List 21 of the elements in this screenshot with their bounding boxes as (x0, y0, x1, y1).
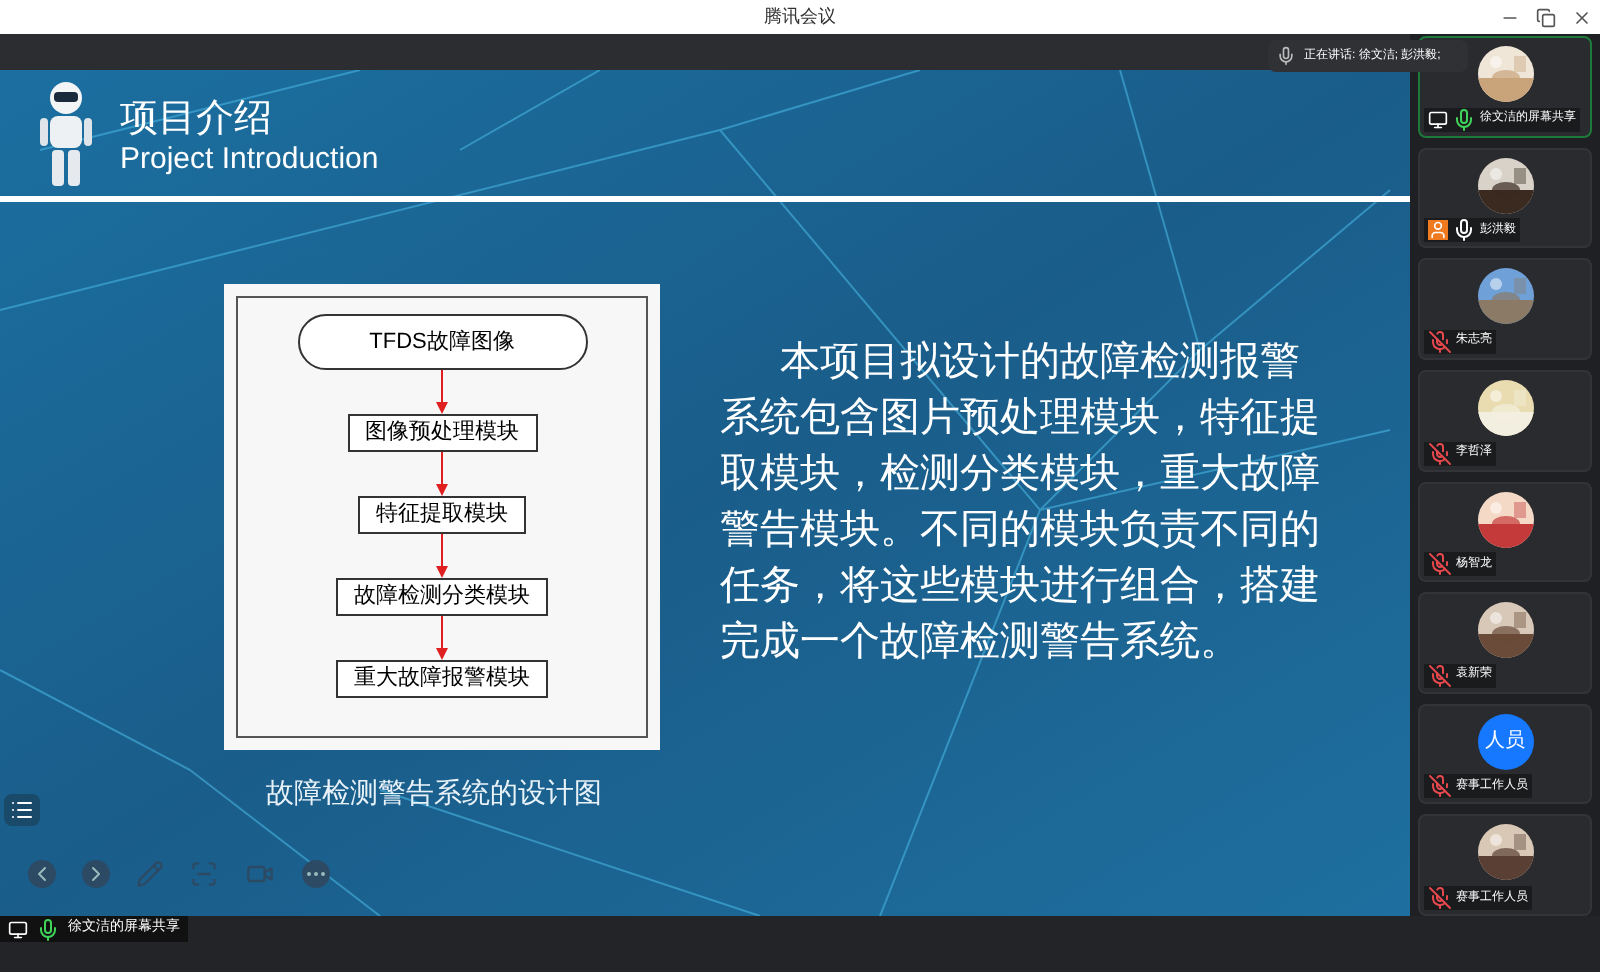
slide-title: 项目介绍 (120, 95, 274, 143)
arrow-drawing (434, 616, 450, 660)
microphone-icon (1276, 46, 1296, 66)
arrow-drawing (434, 370, 450, 414)
close-icon[interactable] (1572, 7, 1592, 27)
window-title: 腾讯会议 (764, 3, 836, 30)
flowchart-process-node: 故障检测分类模块 (336, 578, 548, 616)
slide-subtitle: Project Introduction (120, 142, 379, 180)
figure-caption: 故障检测警告系统的设计图 (266, 776, 602, 814)
flowchart-start-node: TFDS故障图像 (297, 314, 587, 370)
restore-icon[interactable] (1536, 7, 1556, 27)
slide-paragraph: 本项目拟设计的故障检测报警系统包含图片预处理模块，特征提取模块，检测分类模块，重大故障警告模块。不同的模块负责不同的任务，将这些模块进行组合，搭建完成一个故障检测警告系统。 (720, 334, 1322, 668)
robot-icon (36, 80, 96, 188)
screen-share-icon (8, 919, 28, 939)
slide-list-button[interactable] (4, 794, 40, 826)
flowchart-process-node: 特征提取模块 (358, 496, 526, 534)
flowchart-process-node: 重大故障报警模块 (336, 660, 548, 698)
arrow-drawing (434, 452, 450, 496)
avatar: 人员 (1477, 713, 1533, 770)
arrow-drawing (434, 534, 450, 578)
flowchart-process-node: 图像预处理模块 (347, 414, 537, 452)
